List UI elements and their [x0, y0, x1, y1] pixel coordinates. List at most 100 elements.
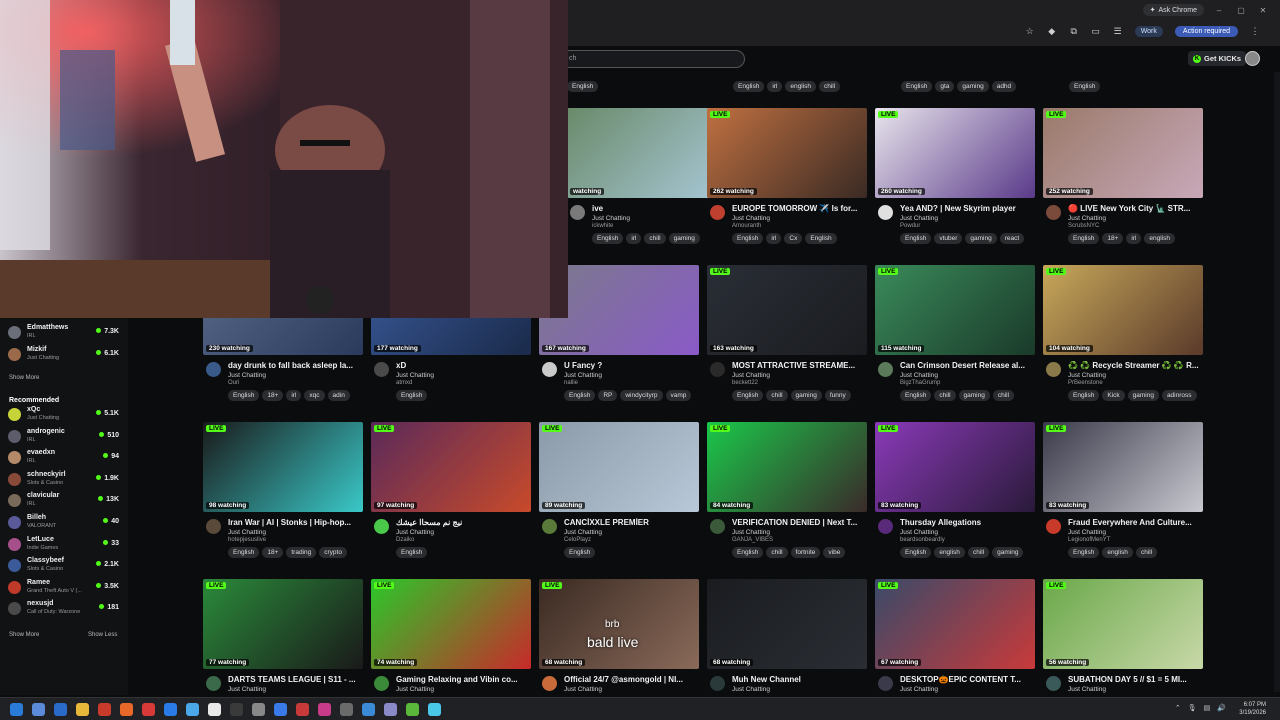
stream-thumbnail[interactable]: LIVE 56 watching [1043, 579, 1203, 669]
widgets-icon[interactable] [54, 703, 67, 716]
stream-title[interactable]: MOST ATTRACTIVE STREAME... [732, 361, 867, 370]
opera-icon[interactable] [120, 703, 133, 716]
steam-icon[interactable] [340, 703, 353, 716]
streamer-avatar[interactable] [206, 519, 221, 534]
sidebar-item-mizkif[interactable]: Mizkif Just Chatting 6.1K [8, 345, 123, 365]
stream-thumbnail[interactable]: LIVE 84 watching [707, 422, 867, 512]
stream-category[interactable]: Just Chatting [732, 215, 770, 222]
streamer-name[interactable]: Ouri [228, 380, 239, 386]
stream-title[interactable]: نيج نم مسحاا عيشك [396, 518, 531, 527]
stream-category[interactable]: Just Chatting [396, 686, 434, 693]
stream-title[interactable]: DARTS TEAMS LEAGUE | S11 - ... [228, 675, 363, 684]
stream-category[interactable]: Just Chatting [732, 372, 770, 379]
streamer-avatar[interactable] [878, 676, 893, 691]
sidebar-item-ramee[interactable]: Ramee Grand Theft Auto V (... 3.5K [8, 578, 123, 598]
stream-thumbnail[interactable]: LIVE 252 watching [1043, 108, 1203, 198]
streamer-name[interactable]: ickwhite [592, 223, 613, 229]
excel-icon[interactable] [406, 703, 419, 716]
tag-chip[interactable]: English [900, 390, 932, 401]
stream-title[interactable]: xD [396, 361, 531, 370]
stream-title[interactable]: VERIFICATION DENIED | Next T... [732, 518, 867, 527]
star-icon[interactable]: ☆ [1025, 26, 1035, 36]
stream-category[interactable]: Just Chatting [1068, 215, 1106, 222]
stream-title[interactable]: Fraud Everywhere And Culture... [1068, 518, 1203, 527]
streamer-name[interactable]: ScrubsNYC [1068, 223, 1099, 229]
chrome-icon[interactable] [164, 703, 177, 716]
sidebar-item-schneckyirl[interactable]: schneckyirl Slots & Casino 1.9K [8, 470, 123, 490]
tag-chip[interactable]: English [1069, 81, 1101, 92]
kebab-menu-icon[interactable]: ⋮ [1250, 26, 1260, 36]
terminal-icon[interactable] [384, 703, 397, 716]
action-required-button[interactable]: Action required [1174, 25, 1238, 37]
tag-chip[interactable]: english [1102, 547, 1133, 558]
stream-category[interactable]: Just Chatting [900, 529, 938, 536]
streamer-name[interactable]: beckett22 [732, 380, 758, 386]
stream-thumbnail[interactable]: LIVE 262 watching [707, 108, 867, 198]
stream-category[interactable]: Just Chatting [592, 215, 630, 222]
file-explorer-icon[interactable] [76, 703, 89, 716]
tag-chip[interactable]: chill [766, 390, 788, 401]
streamer-avatar[interactable] [570, 205, 585, 220]
stream-category[interactable]: Just Chatting [1068, 529, 1106, 536]
stream-thumbnail[interactable]: LIVE 89 watching [539, 422, 699, 512]
sidebar-item-letluce[interactable]: LetLuce Indie Games 33 [8, 535, 123, 555]
sidebar-item-classybeef[interactable]: Classybeef Slots & Casino 2.1K [8, 556, 123, 576]
stream-title[interactable]: day drunk to fall back asleep la... [228, 361, 363, 370]
tag-chip[interactable]: adin [327, 390, 350, 401]
tag-chip[interactable]: English [564, 390, 596, 401]
tag-chip[interactable]: English [900, 547, 932, 558]
streamer-avatar[interactable] [878, 205, 893, 220]
tag-chip[interactable]: English [733, 81, 765, 92]
stream-category[interactable]: Just Chatting [396, 529, 434, 536]
sidebar-item-clavicular[interactable]: clavicular IRL 13K [8, 491, 123, 511]
sidebar-item-xqc[interactable]: xQc Just Chatting 5.1K [8, 405, 123, 425]
streamer-avatar[interactable] [710, 362, 725, 377]
streamer-avatar[interactable] [878, 519, 893, 534]
streamer-avatar[interactable] [542, 676, 557, 691]
streamer-avatar[interactable] [710, 205, 725, 220]
stream-thumbnail[interactable]: LIVE 163 watching [707, 265, 867, 355]
tag-chip[interactable]: gaming [1127, 390, 1159, 401]
streamer-avatar[interactable] [374, 676, 389, 691]
streamer-name[interactable]: Amouranth [732, 223, 761, 229]
tag-chip[interactable]: chill [1135, 547, 1158, 558]
tag-chip[interactable]: irl [766, 233, 782, 244]
streamer-avatar[interactable] [1046, 519, 1061, 534]
menu-lines-icon[interactable]: ☰ [1113, 26, 1123, 36]
store-icon[interactable] [230, 703, 243, 716]
mail-icon[interactable] [208, 703, 221, 716]
tag-chip[interactable]: English [805, 233, 837, 244]
tag-chip[interactable]: RP [598, 390, 618, 401]
clock[interactable]: 6:07 PM 3/19/2026 [1239, 701, 1266, 717]
copilot-icon[interactable] [32, 703, 45, 716]
tag-chip[interactable]: Cx [784, 233, 803, 244]
stream-category[interactable]: Just Chatting [732, 529, 770, 536]
streamer-name[interactable]: Powdur [900, 223, 920, 229]
streamer-avatar[interactable] [1046, 676, 1061, 691]
stream-thumbnail[interactable]: LIVE 97 watching [371, 422, 531, 512]
tag-chip[interactable]: english [1144, 233, 1176, 244]
tag-chip[interactable]: Kick [1102, 390, 1125, 401]
tag-chip[interactable]: crypto [319, 547, 347, 558]
app-icon[interactable] [362, 703, 375, 716]
stream-title[interactable]: CANCÌXXLE PREMÌER [564, 518, 699, 527]
tag-chip[interactable]: gaming [790, 390, 822, 401]
streamer-name[interactable]: nallie [564, 380, 578, 386]
stream-title[interactable]: Iran War | AI | Stonks | Hip-hop... [228, 518, 363, 527]
stream-title[interactable]: Muh New Channel [732, 675, 867, 684]
tag-chip[interactable]: 18+ [262, 390, 284, 401]
tag-chip[interactable]: English [1068, 547, 1100, 558]
stream-title[interactable]: Thursday Allegations [900, 518, 1035, 527]
tag-chip[interactable]: vtuber [934, 233, 963, 244]
streamer-name[interactable]: LegionofMenYT [1068, 537, 1110, 543]
sidebar-item-nexusjd[interactable]: nexusjd Call of Duty: Warzone 181 [8, 599, 123, 619]
stream-category[interactable]: Just Chatting [900, 215, 938, 222]
stream-category[interactable]: Just Chatting [228, 529, 266, 536]
profile-work-button[interactable]: Work [1134, 25, 1163, 37]
search-app-icon[interactable] [252, 703, 265, 716]
user-avatar[interactable] [1245, 51, 1260, 66]
tag-chip[interactable]: chill [644, 233, 666, 244]
sidebar-item-edmatthews[interactable]: Edmatthews IRL 7.3K [8, 323, 123, 343]
streamer-name[interactable]: CeloPlayz [564, 537, 591, 543]
tag-chip[interactable]: irl [286, 390, 302, 401]
